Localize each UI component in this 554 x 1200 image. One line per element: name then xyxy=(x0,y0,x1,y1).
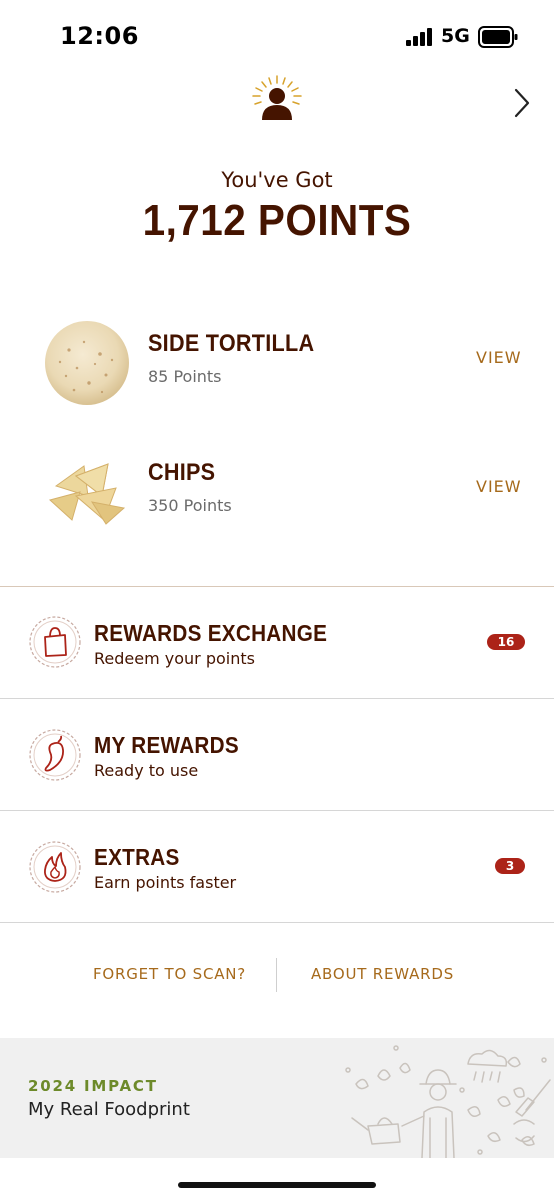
menu-row-extras[interactable] xyxy=(0,811,554,921)
menu-title-rewards-exchange: REWARDS EXCHANGE xyxy=(94,620,328,646)
farmer-illustration-icon xyxy=(345,1045,551,1158)
impact-title: My Real Foodprint xyxy=(28,1099,190,1120)
menu-subtitle-my-rewards: Ready to use xyxy=(94,761,199,780)
pepper-icon xyxy=(29,729,81,781)
menu-row-my-rewards[interactable] xyxy=(0,699,554,809)
chips-image xyxy=(48,463,126,525)
menu-title-my-rewards: MY REWARDS xyxy=(94,732,239,758)
tortilla-image xyxy=(45,321,129,405)
menu-subtitle-rewards-exchange: Redeem your points xyxy=(94,649,255,668)
network-label: 5G xyxy=(441,25,470,47)
points-total: 1,712 POINTS xyxy=(142,196,412,245)
status-time: 12:06 xyxy=(60,22,139,50)
shopping-bag-icon xyxy=(29,616,81,668)
reward-title-chips: CHIPS xyxy=(148,459,216,486)
reward-title-tortilla: SIDE TORTILLA xyxy=(148,330,315,357)
forget-to-scan-link[interactable]: FORGET TO SCAN? xyxy=(93,965,246,983)
reward-points-tortilla: 85 Points xyxy=(148,367,222,386)
signal-icon xyxy=(406,28,432,46)
rewards-exchange-badge: 16 xyxy=(487,634,525,650)
links-divider xyxy=(276,958,277,992)
flame-icon xyxy=(29,841,81,893)
menu-subtitle-extras: Earn points faster xyxy=(94,873,237,892)
battery-icon xyxy=(478,26,518,48)
extras-badge: 3 xyxy=(495,858,525,874)
row-divider xyxy=(0,922,554,923)
impact-year: 2024 IMPACT xyxy=(28,1077,158,1095)
points-intro: You've Got xyxy=(221,168,333,192)
reward-points-chips: 350 Points xyxy=(148,496,232,515)
view-chips-button[interactable]: VIEW xyxy=(476,477,522,496)
profile-avatar-icon[interactable] xyxy=(250,74,304,124)
view-tortilla-button[interactable]: VIEW xyxy=(476,348,522,367)
about-rewards-link[interactable]: ABOUT REWARDS xyxy=(311,965,454,983)
menu-title-extras: EXTRAS xyxy=(94,844,180,870)
chevron-right-icon[interactable] xyxy=(508,86,534,120)
home-indicator[interactable] xyxy=(178,1182,376,1188)
